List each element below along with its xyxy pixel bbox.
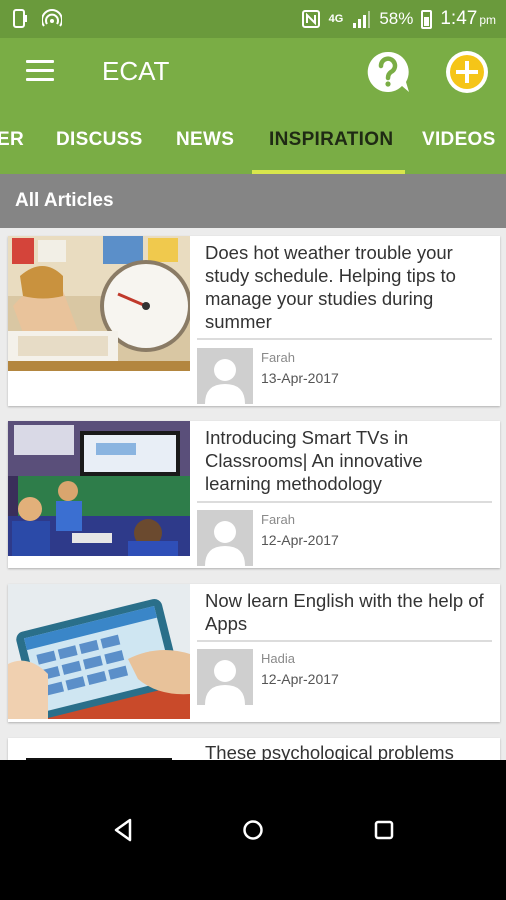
tab-videos[interactable]: VIDEOS <box>422 106 496 174</box>
clock-ampm: pm <box>479 13 496 27</box>
card-divider <box>197 640 492 642</box>
article-author: Farah <box>261 512 295 527</box>
card-divider <box>197 338 492 340</box>
article-thumbnail <box>8 738 190 760</box>
clock-time: 1:47 <box>440 8 478 29</box>
status-right: 4G 58% 1:47 pm <box>301 8 496 30</box>
status-bar: 4G 58% 1:47 pm <box>0 0 506 38</box>
phone-icon <box>13 9 27 28</box>
tab-news[interactable]: NEWS <box>176 106 234 174</box>
hotspot-icon <box>42 9 62 27</box>
article-title: Now learn English with the help of Apps <box>205 590 484 634</box>
battery-icon <box>421 9 433 29</box>
author-avatar <box>197 510 253 566</box>
author-avatar <box>197 348 253 404</box>
article-author: Farah <box>261 350 295 365</box>
back-icon[interactable] <box>108 815 138 845</box>
nfc-icon <box>301 10 320 28</box>
clock: 1:47 pm <box>440 8 496 30</box>
recents-icon[interactable] <box>369 815 399 845</box>
article-title: Introducing Smart TVs in Classrooms| An … <box>205 427 423 494</box>
author-avatar <box>197 649 253 705</box>
article-thumbnail <box>8 236 190 371</box>
article-thumbnail <box>8 421 190 556</box>
tab-bar: ER DISCUSS NEWS INSPIRATION VIDEOS <box>0 106 506 174</box>
article-title: Does hot weather trouble your study sche… <box>205 242 456 332</box>
menu-icon[interactable] <box>26 60 54 82</box>
article-list: Does hot weather trouble your study sche… <box>0 228 506 760</box>
article-thumbnail <box>8 584 190 719</box>
app-title: ECAT <box>102 56 170 86</box>
article-title: These psychological problems <box>205 742 454 760</box>
tab-partial[interactable]: ER <box>0 106 24 174</box>
article-card[interactable]: Does hot weather trouble your study sche… <box>8 236 500 406</box>
system-nav-bar <box>0 760 506 900</box>
app-bar: ECAT <box>0 38 506 106</box>
article-date: 12-Apr-2017 <box>261 532 339 548</box>
network-type: 4G <box>328 13 344 25</box>
article-card[interactable]: Introducing Smart TVs in Classrooms| An … <box>8 421 500 568</box>
home-icon[interactable] <box>238 815 268 845</box>
article-card[interactable]: These psychological problems <box>8 738 500 760</box>
tab-inspiration[interactable]: INSPIRATION <box>269 106 393 174</box>
article-author: Hadia <box>261 651 295 666</box>
article-date: 12-Apr-2017 <box>261 671 339 687</box>
add-icon[interactable] <box>445 50 489 94</box>
status-left <box>10 9 62 29</box>
signal-icon <box>353 11 371 28</box>
card-divider <box>197 501 492 503</box>
battery-percent: 58% <box>379 9 414 28</box>
section-header: All Articles <box>0 174 506 228</box>
tab-discuss[interactable]: DISCUSS <box>56 106 143 174</box>
help-icon[interactable] <box>366 50 410 94</box>
article-date: 13-Apr-2017 <box>261 370 339 386</box>
article-card[interactable]: Now learn English with the help of Apps … <box>8 584 500 722</box>
